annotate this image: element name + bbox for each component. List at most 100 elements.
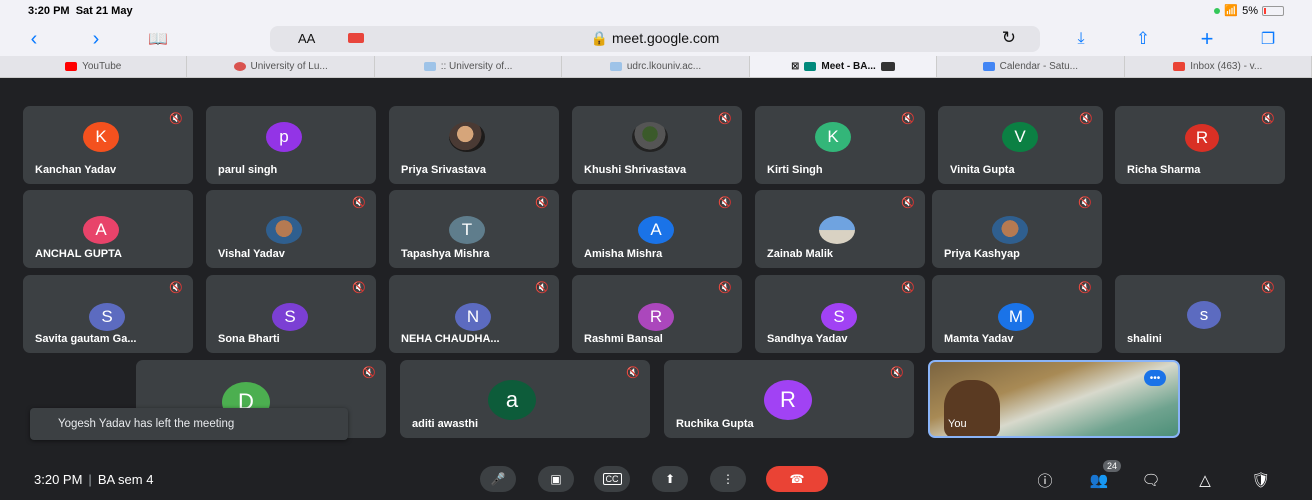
mic-off-icon: 🔇 <box>352 197 366 209</box>
privacy-dot-icon <box>1214 7 1221 14</box>
participant-name: Khushi Shrivastava <box>584 164 687 176</box>
forward-icon[interactable]: › <box>86 28 106 50</box>
participant-name: NEHA CHAUDHA... <box>401 333 500 345</box>
mic-off-icon: 🔇 <box>1261 282 1275 294</box>
tab-youtube[interactable]: YouTube <box>0 56 188 77</box>
participant-tile[interactable]: 🔇 M Mamta Yadav <box>932 275 1102 353</box>
close-tab-icon[interactable]: ⊠ <box>791 61 799 72</box>
people-icon[interactable]: 👥 <box>1088 469 1110 491</box>
meet-stage: 🔇 K Kanchan Yadav p parul singh Priya Sr… <box>0 78 1312 500</box>
participant-tile[interactable]: p parul singh <box>206 106 376 184</box>
control-bar: 3:20 PM | BA sem 4 🎤 ▣ CC ⬆ ⋮ ☎ ⓘ 👥 24 🗨 △… <box>0 460 1312 500</box>
participant-tile[interactable]: 🔇 Priya Kashyap <box>932 190 1102 268</box>
participant-tile[interactable]: 🔇 A Amisha Mishra <box>572 190 742 268</box>
participant-tile[interactable]: 🔇 s shalini <box>1115 275 1285 353</box>
mic-off-icon: 🔇 <box>901 197 915 209</box>
participant-name: shalini <box>1127 333 1162 345</box>
tab-meet[interactable]: ⊠ Meet - BA... <box>749 56 938 77</box>
avatar: K <box>83 122 119 152</box>
participant-tile[interactable]: 🔇 Khushi Shrivastava <box>572 106 742 184</box>
camera-off-icon: ▣ <box>550 472 562 486</box>
mic-off-icon: 🔇 <box>901 113 915 125</box>
captions-button[interactable]: CC <box>594 466 630 492</box>
mic-off-icon: 🔇 <box>1078 282 1092 294</box>
participant-name: parul singh <box>218 164 278 176</box>
back-icon[interactable]: ‹ <box>24 28 44 50</box>
tab-university[interactable]: :: University of... <box>375 56 563 77</box>
hang-up-icon: ☎ <box>789 472 805 486</box>
participant-tile[interactable]: 🔇 S Savita gautam Ga... <box>23 275 193 353</box>
participant-name: Amisha Mishra <box>584 248 663 260</box>
present-screen-icon: ⬆ <box>664 472 676 486</box>
download-icon[interactable]: ⤓ <box>1070 28 1092 50</box>
participant-tile[interactable]: 🔇 S Sandhya Yadav <box>755 275 925 353</box>
participant-name: Savita gautam Ga... <box>35 333 137 345</box>
meet-favicon-icon <box>804 62 817 71</box>
address-bar[interactable]: AA 🔒 meet.google.com ↻ <box>270 26 1040 52</box>
meeting-details-icon[interactable]: ⓘ <box>1034 469 1056 491</box>
participant-name: Vinita Gupta <box>950 164 1015 176</box>
avatar: M <box>998 303 1034 331</box>
more-options-icon[interactable]: ••• <box>1144 370 1166 386</box>
tab-inbox[interactable]: Inbox (463) - v... <box>1125 56 1312 77</box>
camera-recording-icon <box>880 62 895 71</box>
reload-icon[interactable]: ↻ <box>1002 28 1016 48</box>
participant-name: ANCHAL GUPTA <box>35 248 122 260</box>
participant-name: aditi awasthi <box>412 418 479 430</box>
participant-tile[interactable]: 🔇 R Rashmi Bansal <box>572 275 742 353</box>
battery-percent: 5% <box>1242 4 1258 17</box>
host-controls-icon[interactable]: 🛡 <box>1250 469 1272 491</box>
mic-off-icon: 🔇 <box>626 367 640 379</box>
mic-off-icon: 🔇 <box>890 367 904 379</box>
self-video-tile[interactable]: ••• You <box>928 360 1180 438</box>
present-button[interactable]: ⬆ <box>652 466 688 492</box>
bookmarks-icon[interactable]: 📖 <box>146 28 170 50</box>
battery-icon <box>1262 5 1284 16</box>
participant-tile[interactable]: Priya Srivastava <box>389 106 559 184</box>
participant-name: Sona Bharti <box>218 333 280 345</box>
status-bar: 3:20 PM Sat 21 May 📶 5% <box>0 0 1312 22</box>
leave-call-button[interactable]: ☎ <box>766 466 828 492</box>
participant-tile[interactable]: 🔇 a aditi awasthi <box>400 360 650 438</box>
mic-off-icon: 🔇 <box>169 113 183 125</box>
avatar: N <box>455 303 491 331</box>
meeting-info: 3:20 PM | BA sem 4 <box>34 472 153 487</box>
avatar-photo <box>819 216 855 244</box>
participant-tile[interactable]: 🔇 N NEHA CHAUDHA... <box>389 275 559 353</box>
avatar: V <box>1002 122 1038 152</box>
participant-tile[interactable]: 🔇 Vishal Yadav <box>206 190 376 268</box>
avatar: a <box>488 380 536 420</box>
participant-name: Kanchan Yadav <box>35 164 117 176</box>
avatar: R <box>638 303 674 331</box>
self-name: You <box>948 418 967 430</box>
participant-tile[interactable]: 🔇 R Richa Sharma <box>1115 106 1285 184</box>
mic-off-icon: 🔇 <box>535 197 549 209</box>
avatar: K <box>815 122 851 152</box>
tabs-overview-icon[interactable]: ❐ <box>1256 28 1280 50</box>
participant-tile[interactable]: 🔇 K Kanchan Yadav <box>23 106 193 184</box>
camera-button[interactable]: ▣ <box>538 466 574 492</box>
participant-tile[interactable]: A ANCHAL GUPTA <box>23 190 193 268</box>
chat-icon[interactable]: 🗨 <box>1140 469 1162 491</box>
notification-toast: Yogesh Yadav has left the meeting <box>30 408 348 440</box>
tab-university-lu[interactable]: University of Lu... <box>187 56 375 77</box>
browser-toolbar: ‹ › 📖 AA 🔒 meet.google.com ↻ ⤓ ⇧ + ❐ <box>0 22 1312 56</box>
more-options-button[interactable]: ⋮ <box>710 466 746 492</box>
participant-tile[interactable]: 🔇 Zainab Malik <box>755 190 925 268</box>
participant-tile[interactable]: 🔇 T Tapashya Mishra <box>389 190 559 268</box>
mic-button[interactable]: 🎤 <box>480 466 516 492</box>
participant-name: Tapashya Mishra <box>401 248 490 260</box>
tab-udrc[interactable]: udrc.lkouniv.ac... <box>562 56 750 77</box>
share-icon[interactable]: ⇧ <box>1132 28 1154 50</box>
tab-calendar[interactable]: Calendar - Satu... <box>937 56 1125 77</box>
url-text[interactable]: 🔒 meet.google.com <box>270 30 1040 47</box>
participant-tile[interactable]: 🔇 V Vinita Gupta <box>938 106 1103 184</box>
new-tab-icon[interactable]: + <box>1196 26 1218 51</box>
participant-tile[interactable]: 🔇 K Kirti Singh <box>755 106 925 184</box>
status-indicators: 📶 5% <box>1214 4 1284 17</box>
activities-icon[interactable]: △ <box>1194 469 1216 491</box>
university-favicon-icon <box>233 62 246 71</box>
participant-tile[interactable]: 🔇 R Ruchika Gupta <box>664 360 914 438</box>
mic-off-icon: 🔇 <box>1078 197 1092 209</box>
participant-tile[interactable]: 🔇 S Sona Bharti <box>206 275 376 353</box>
